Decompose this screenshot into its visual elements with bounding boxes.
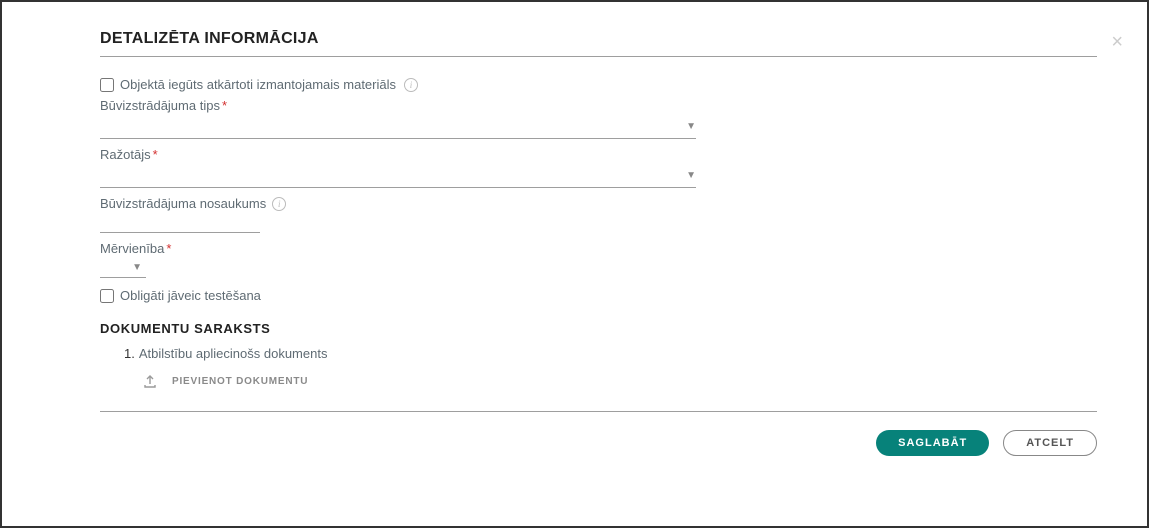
- footer-divider: [100, 411, 1097, 412]
- action-bar: SAGLABĀT ATCELT: [100, 430, 1097, 456]
- testing-checkbox[interactable]: [100, 289, 114, 303]
- product-type-label-text: Būvizstrādājuma tips: [100, 98, 220, 113]
- recycled-material-label: Objektā iegūts atkārtoti izmantojamais m…: [120, 77, 396, 92]
- manufacturer-label: Ražotājs*: [100, 147, 1097, 162]
- required-asterisk: *: [166, 241, 171, 256]
- save-button[interactable]: SAGLABĀT: [876, 430, 989, 456]
- upload-document-label: PIEVIENOT DOKUMENTU: [172, 376, 308, 387]
- product-name-input[interactable]: [100, 213, 260, 233]
- close-icon[interactable]: ×: [1111, 32, 1123, 52]
- document-item-label: Atbilstību apliecinošs dokuments: [139, 346, 328, 361]
- chevron-down-icon: ▼: [686, 121, 696, 132]
- testing-row: Obligāti jāveic testēšana: [100, 288, 1097, 303]
- document-item-number: 1.: [124, 346, 135, 361]
- manufacturer-select[interactable]: ▼: [100, 164, 696, 188]
- upload-document-button[interactable]: PIEVIENOT DOKUMENTU: [142, 373, 1097, 389]
- chevron-down-icon: ▼: [132, 262, 142, 273]
- product-type-select[interactable]: ▼: [100, 115, 696, 139]
- manufacturer-label-text: Ražotājs: [100, 147, 151, 162]
- testing-label: Obligāti jāveic testēšana: [120, 288, 261, 303]
- modal-body: DETALIZĒTA INFORMĀCIJA Objektā iegūts at…: [2, 2, 1147, 476]
- cancel-button[interactable]: ATCELT: [1003, 430, 1097, 456]
- unit-label: Mērvienība*: [100, 241, 1097, 256]
- unit-select[interactable]: ▼: [100, 258, 146, 278]
- product-type-label: Būvizstrādājuma tips*: [100, 98, 1097, 113]
- document-list-item: 1. Atbilstību apliecinošs dokuments: [124, 346, 1097, 361]
- upload-icon: [142, 373, 158, 389]
- info-icon[interactable]: i: [404, 78, 418, 92]
- unit-label-text: Mērvienība: [100, 241, 164, 256]
- product-name-label: Būvizstrādājuma nosaukums i: [100, 196, 1097, 211]
- recycled-material-checkbox[interactable]: [100, 78, 114, 92]
- modal-title: DETALIZĒTA INFORMĀCIJA: [100, 30, 1097, 57]
- product-name-label-text: Būvizstrādājuma nosaukums: [100, 196, 266, 211]
- info-icon[interactable]: i: [272, 197, 286, 211]
- required-asterisk: *: [153, 147, 158, 162]
- chevron-down-icon: ▼: [686, 170, 696, 181]
- required-asterisk: *: [222, 98, 227, 113]
- documents-heading: DOKUMENTU SARAKSTS: [100, 321, 1097, 336]
- recycled-material-row: Objektā iegūts atkārtoti izmantojamais m…: [100, 77, 1097, 92]
